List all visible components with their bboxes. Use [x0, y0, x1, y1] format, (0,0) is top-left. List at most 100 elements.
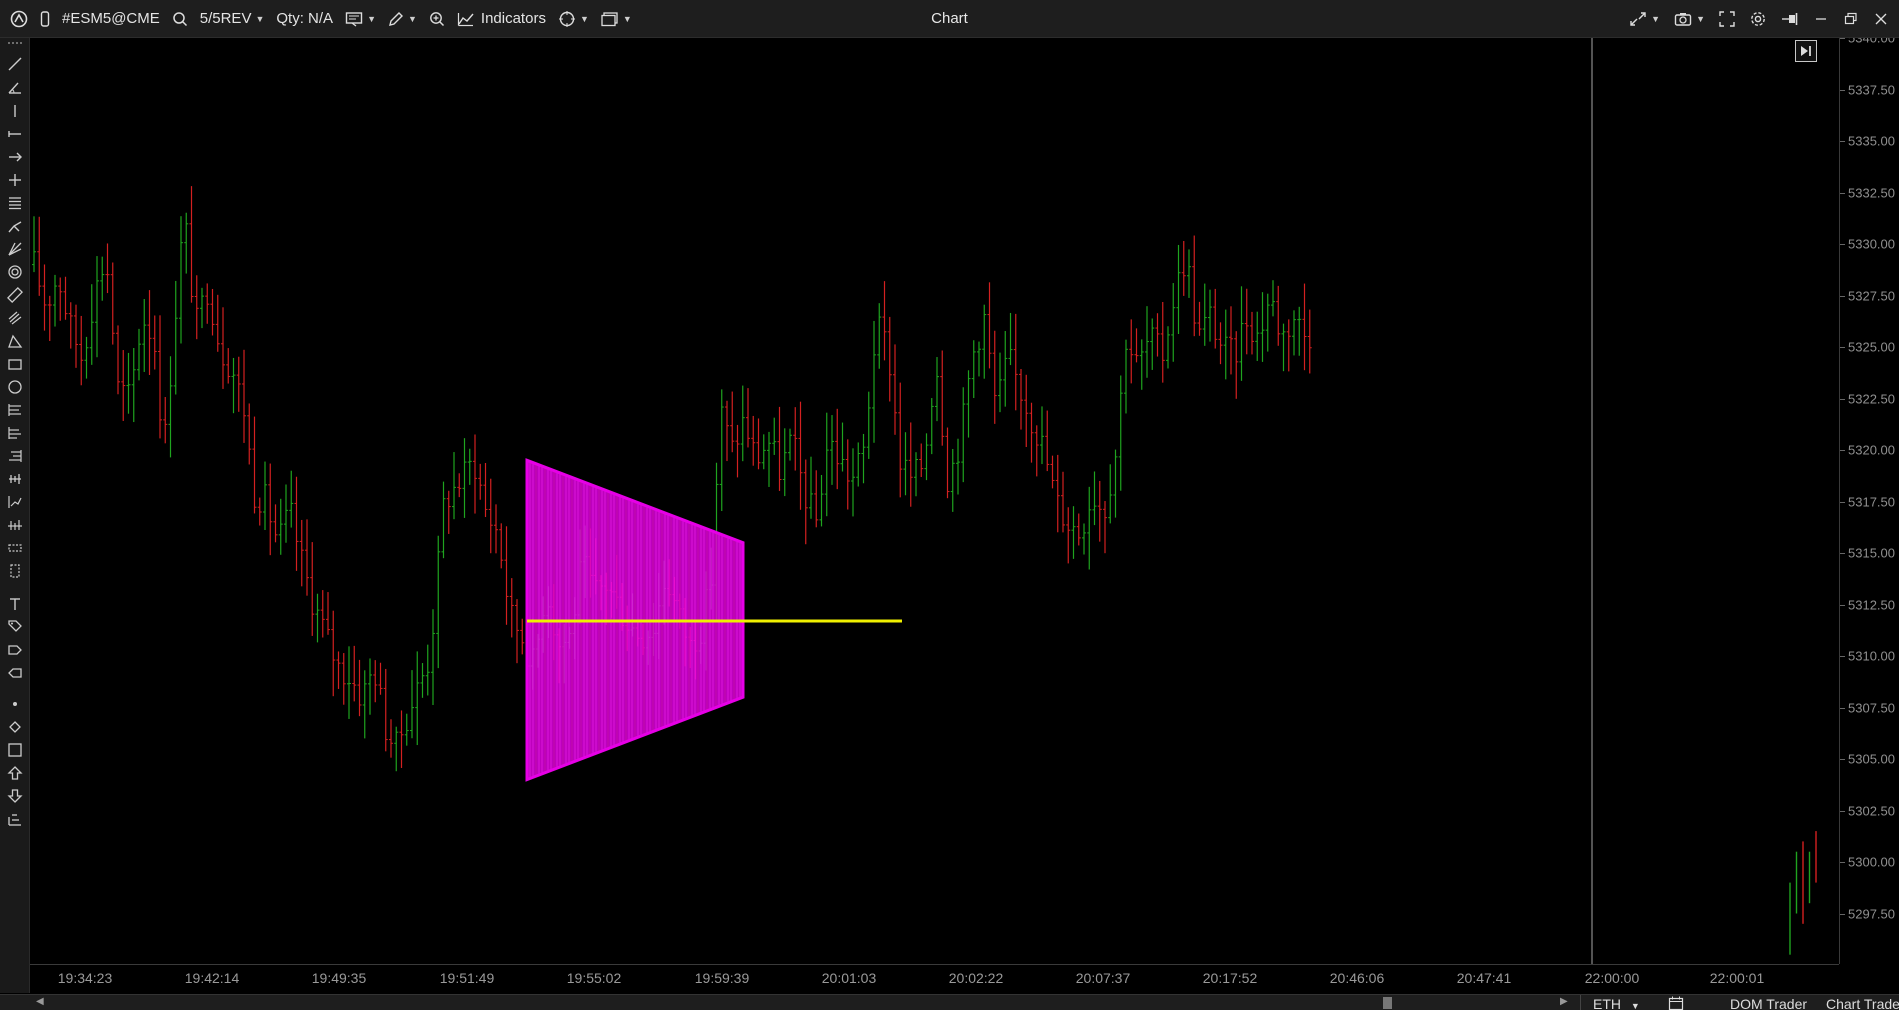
- scroll-left-icon[interactable]: ◀: [36, 996, 44, 1007]
- quantity-label[interactable]: Qty: N/A: [272, 5, 337, 33]
- title-bar: #ESM5@CME 5/5REV ▼ Qty: N/A ▼ ▼ Indicato…: [0, 0, 1899, 38]
- pitchfork-tool-icon[interactable]: [5, 216, 25, 236]
- restore-button[interactable]: [1839, 5, 1863, 33]
- chevron-down-icon: ▼: [1651, 14, 1661, 24]
- time-axis-label: 19:34:23: [57, 970, 113, 986]
- price-axis-label: 5320.00: [1848, 442, 1895, 458]
- rectangle-tool-icon[interactable]: [5, 354, 25, 374]
- toolbar-grip-icon[interactable]: [5, 38, 25, 48]
- time-axis-label: 22:00:01: [1709, 970, 1765, 986]
- chart-window: #ESM5@CME 5/5REV ▼ Qty: N/A ▼ ▼ Indicato…: [0, 0, 1899, 1010]
- time-axis-label: 19:49:35: [311, 970, 367, 986]
- close-icon: [1875, 13, 1887, 25]
- range-selection-tool-icon[interactable]: [5, 538, 25, 558]
- snapshot-button[interactable]: ▼: [1670, 5, 1709, 33]
- price-axis-tick: [1840, 89, 1845, 91]
- square-marker-tool-icon[interactable]: [5, 740, 25, 760]
- price-axis-tick: [1840, 141, 1845, 142]
- price-axis-label: 5340.00: [1848, 38, 1895, 46]
- pin-icon: [1782, 13, 1798, 25]
- dom-trader-button[interactable]: DOM Trader: [1730, 995, 1807, 1010]
- diamond-marker-tool-icon[interactable]: [5, 717, 25, 737]
- jump-to-live-button[interactable]: [1795, 40, 1817, 62]
- zoom-in-icon: [430, 11, 444, 26]
- time-axis-label: 20:47:41: [1456, 970, 1512, 986]
- line-tool-icon[interactable]: [5, 54, 25, 74]
- time-axis-label: 19:42:14: [184, 970, 240, 986]
- window-layout-button[interactable]: ▼: [597, 5, 636, 33]
- pin-button[interactable]: [1777, 5, 1803, 33]
- chevron-down-icon: ▼: [367, 13, 376, 24]
- volume-profile-tool-icon[interactable]: [5, 469, 25, 489]
- arrow-line-tool-icon[interactable]: [5, 147, 25, 167]
- chart-trader-button[interactable]: Chart Trader: [1826, 995, 1899, 1010]
- drawing-tools-button[interactable]: ▼: [384, 5, 421, 33]
- jump-to-end-icon: [1801, 46, 1811, 56]
- horizontal-line-tool-icon[interactable]: [5, 124, 25, 144]
- order-template-button[interactable]: ▼: [341, 5, 380, 33]
- price-axis[interactable]: 5340.00 5337.50 5335.00 5332.50 5330.00 5327.…: [1839, 38, 1899, 964]
- horizontal-scrollbar-thumb[interactable]: [1383, 997, 1392, 1009]
- fib-retracement-tool-icon[interactable]: [5, 400, 25, 420]
- scroll-right-icon[interactable]: ▶: [1560, 996, 1568, 1007]
- price-axis-tick: [1840, 347, 1845, 348]
- time-axis[interactable]: 19:34:23 19:42:14 19:49:35 19:51:49 19:55:02…: [30, 964, 1839, 994]
- cross-line-tool-icon[interactable]: [5, 170, 25, 190]
- angle-line-tool-icon[interactable]: [5, 78, 25, 98]
- ruler-tool-icon[interactable]: [5, 285, 25, 305]
- tag-tool-icon[interactable]: [5, 617, 25, 637]
- calendar-icon[interactable]: [1668, 996, 1684, 1010]
- chart-plot-area[interactable]: [30, 38, 1839, 964]
- time-selection-tool-icon[interactable]: [5, 561, 25, 581]
- indicators-label: Indicators: [480, 10, 546, 27]
- price-axis-tick: [1840, 913, 1845, 915]
- dot-marker-tool-icon[interactable]: [5, 694, 25, 714]
- indicators-icon: [457, 12, 474, 26]
- zoom-in-button[interactable]: [425, 5, 449, 33]
- instrument-selector[interactable]: #ESM5@CME: [58, 5, 164, 33]
- order-template-icon: [345, 11, 363, 27]
- price-label-tool-icon[interactable]: [5, 640, 25, 660]
- time-axis-label: 19:59:39: [694, 970, 750, 986]
- fullscreen-button[interactable]: [1715, 5, 1739, 33]
- parallel-lines-tool-icon[interactable]: [5, 193, 25, 213]
- fib-extension-tool-icon[interactable]: [5, 423, 25, 443]
- text-tool-icon[interactable]: [5, 594, 25, 614]
- pencil-icon: [389, 11, 403, 26]
- price-axis-tick: [1840, 553, 1845, 554]
- crosshair-button[interactable]: ▼: [554, 5, 593, 33]
- fib-circle-tool-icon[interactable]: [5, 262, 25, 282]
- trading-hours-label: ETH: [1593, 996, 1621, 1010]
- fib-time-tool-icon[interactable]: [5, 446, 25, 466]
- vertical-line-tool-icon[interactable]: [5, 101, 25, 121]
- price-axis-label: 5317.50: [1848, 494, 1895, 509]
- bar-type-selector[interactable]: 5/5REV ▼: [196, 5, 269, 33]
- instrument-search-icon[interactable]: [168, 5, 192, 33]
- drawing-objects-list-icon[interactable]: [5, 809, 25, 829]
- trading-hours-selector[interactable]: ETH ▼: [1580, 995, 1640, 1010]
- link-arrows-icon: [1630, 12, 1646, 26]
- app-logo-icon[interactable]: [6, 5, 32, 33]
- regression-channel-tool-icon[interactable]: [5, 492, 25, 512]
- callout-tool-icon[interactable]: [5, 663, 25, 683]
- arrow-up-marker-tool-icon[interactable]: [5, 763, 25, 783]
- link-instrument-button[interactable]: ▼: [1625, 5, 1664, 33]
- chevron-down-icon: ▼: [622, 13, 632, 24]
- gear-icon: [1751, 12, 1765, 26]
- minimize-button[interactable]: [1809, 5, 1833, 33]
- settings-button[interactable]: [1745, 5, 1771, 33]
- gann-fan-tool-icon[interactable]: [5, 239, 25, 259]
- close-button[interactable]: [1869, 5, 1893, 33]
- triangle-tool-icon[interactable]: [5, 331, 25, 351]
- price-axis-tick: [1840, 656, 1845, 657]
- price-axis-label: 5315.00: [1848, 545, 1895, 561]
- price-axis-label: 5307.50: [1848, 700, 1895, 715]
- ellipse-tool-icon[interactable]: [5, 377, 25, 397]
- fib-channel-tool-icon[interactable]: [5, 308, 25, 328]
- price-axis-tick: [1840, 192, 1845, 194]
- instrument-lock-icon[interactable]: [36, 5, 54, 33]
- time-cycles-tool-icon[interactable]: [5, 515, 25, 535]
- indicators-button[interactable]: Indicators: [453, 5, 550, 33]
- arrow-down-marker-tool-icon[interactable]: [5, 786, 25, 806]
- price-axis-label: 5325.00: [1848, 339, 1895, 355]
